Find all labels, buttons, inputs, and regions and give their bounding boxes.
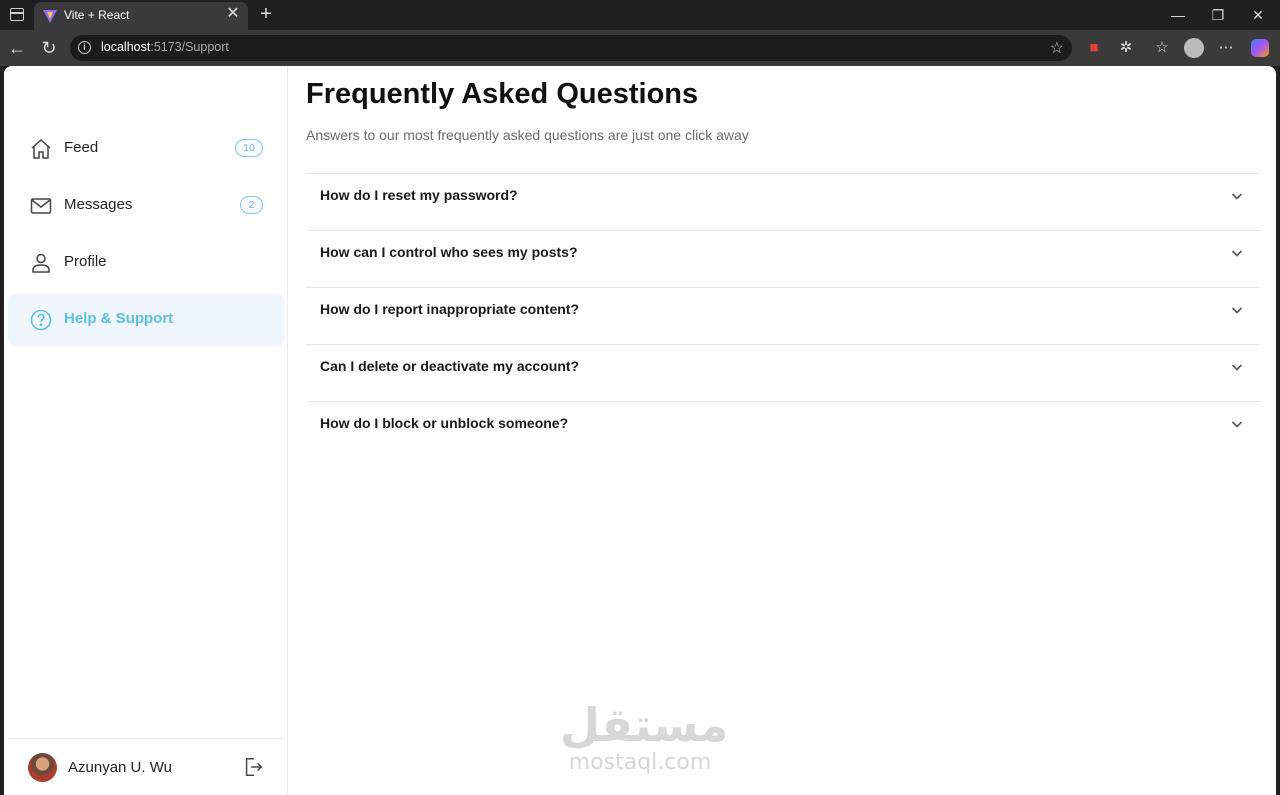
main-content: Frequently Asked Questions Answers to ou… (288, 66, 1276, 795)
help-circle-icon (30, 309, 52, 331)
watermark: مستقل mostaql.com (560, 698, 729, 776)
new-tab-icon[interactable]: + (256, 2, 276, 26)
profile-avatar-icon[interactable] (1184, 38, 1204, 58)
chevron-down-icon[interactable] (1229, 359, 1245, 375)
chevron-down-icon[interactable] (1229, 416, 1245, 432)
close-window-icon[interactable]: ✕ (1244, 4, 1272, 26)
sidebar-item-label: Profile (64, 253, 107, 270)
user-icon (32, 253, 50, 273)
tab-actions-icon[interactable] (10, 8, 24, 21)
mail-icon (30, 198, 52, 214)
faq-question: How do I block or unblock someone? (320, 415, 569, 431)
site-info-icon[interactable]: i (78, 41, 91, 54)
sidebar-item-label: Messages (64, 196, 133, 213)
faq-item[interactable]: How do I block or unblock someone? (306, 401, 1259, 458)
faq-question: Can I delete or deactivate my account? (320, 358, 580, 374)
address-bar-row: ← ↻ i localhost:5173/Support ☆ ■ ✲ ☆ ⋯ (0, 30, 1280, 66)
faq-item[interactable]: How can I control who sees my posts? (306, 230, 1259, 287)
minimize-icon[interactable]: — (1164, 4, 1192, 26)
home-icon (31, 138, 51, 159)
browser-tab-bar: Vite + React ✕ + — ❐ ✕ (0, 0, 1280, 30)
extensions-puzzle-icon[interactable]: ✲ (1116, 38, 1136, 58)
user-name: Azunyan U. Wu (68, 759, 172, 776)
browser-tab[interactable]: Vite + React ✕ (34, 2, 248, 30)
watermark-arabic: مستقل (560, 698, 729, 752)
page-viewport: Feed 10 Messages 2 Profile Help & Suppor… (4, 66, 1276, 795)
sidebar-item-profile[interactable]: Profile (8, 237, 284, 289)
faq-question: How do I report inappropriate content? (320, 301, 579, 317)
chevron-down-icon[interactable] (1229, 245, 1245, 261)
sidebar-item-label: Feed (64, 139, 99, 156)
messages-count-badge: 2 (240, 196, 263, 214)
logout-icon[interactable] (242, 756, 264, 778)
faq-list: How do I reset my password? How can I co… (306, 173, 1259, 458)
favorite-star-icon[interactable]: ☆ (1050, 38, 1064, 58)
tab-close-icon[interactable]: ✕ (224, 5, 242, 23)
sidebar-divider (8, 738, 284, 739)
sidebar: Feed 10 Messages 2 Profile Help & Suppor… (4, 66, 288, 795)
reload-icon[interactable]: ↻ (38, 37, 60, 59)
url-input[interactable]: i localhost:5173/Support ☆ (70, 35, 1072, 61)
copilot-icon[interactable] (1250, 38, 1270, 58)
faq-question: How do I reset my password? (320, 187, 518, 203)
sidebar-item-label: Help & Support (64, 310, 174, 327)
restore-icon[interactable]: ❐ (1204, 4, 1232, 26)
faq-item[interactable]: Can I delete or deactivate my account? (306, 344, 1259, 401)
url-text: localhost:5173/Support (101, 40, 229, 54)
vite-logo-icon (43, 10, 57, 23)
page-title: Frequently Asked Questions (306, 78, 699, 110)
page-subtitle: Answers to our most frequently asked que… (306, 127, 749, 143)
sidebar-item-feed[interactable]: Feed 10 (8, 123, 284, 175)
back-icon[interactable]: ← (6, 37, 28, 59)
sidebar-item-help-support[interactable]: Help & Support (8, 294, 284, 346)
feed-count-badge: 10 (235, 139, 263, 157)
favorites-icon[interactable]: ☆ (1152, 38, 1172, 58)
faq-item[interactable]: How do I reset my password? (306, 173, 1259, 230)
sidebar-item-messages[interactable]: Messages 2 (8, 180, 284, 232)
chevron-down-icon[interactable] (1229, 302, 1245, 318)
watermark-latin: mostaql.com (568, 750, 712, 775)
faq-item[interactable]: How do I report inappropriate content? (306, 287, 1259, 344)
faq-question: How can I control who sees my posts? (320, 244, 578, 260)
tab-title: Vite + React (64, 8, 130, 22)
extension-icon[interactable]: ■ (1084, 38, 1104, 58)
avatar[interactable] (28, 753, 57, 782)
more-options-icon[interactable]: ⋯ (1216, 38, 1236, 58)
chevron-down-icon[interactable] (1229, 188, 1245, 204)
